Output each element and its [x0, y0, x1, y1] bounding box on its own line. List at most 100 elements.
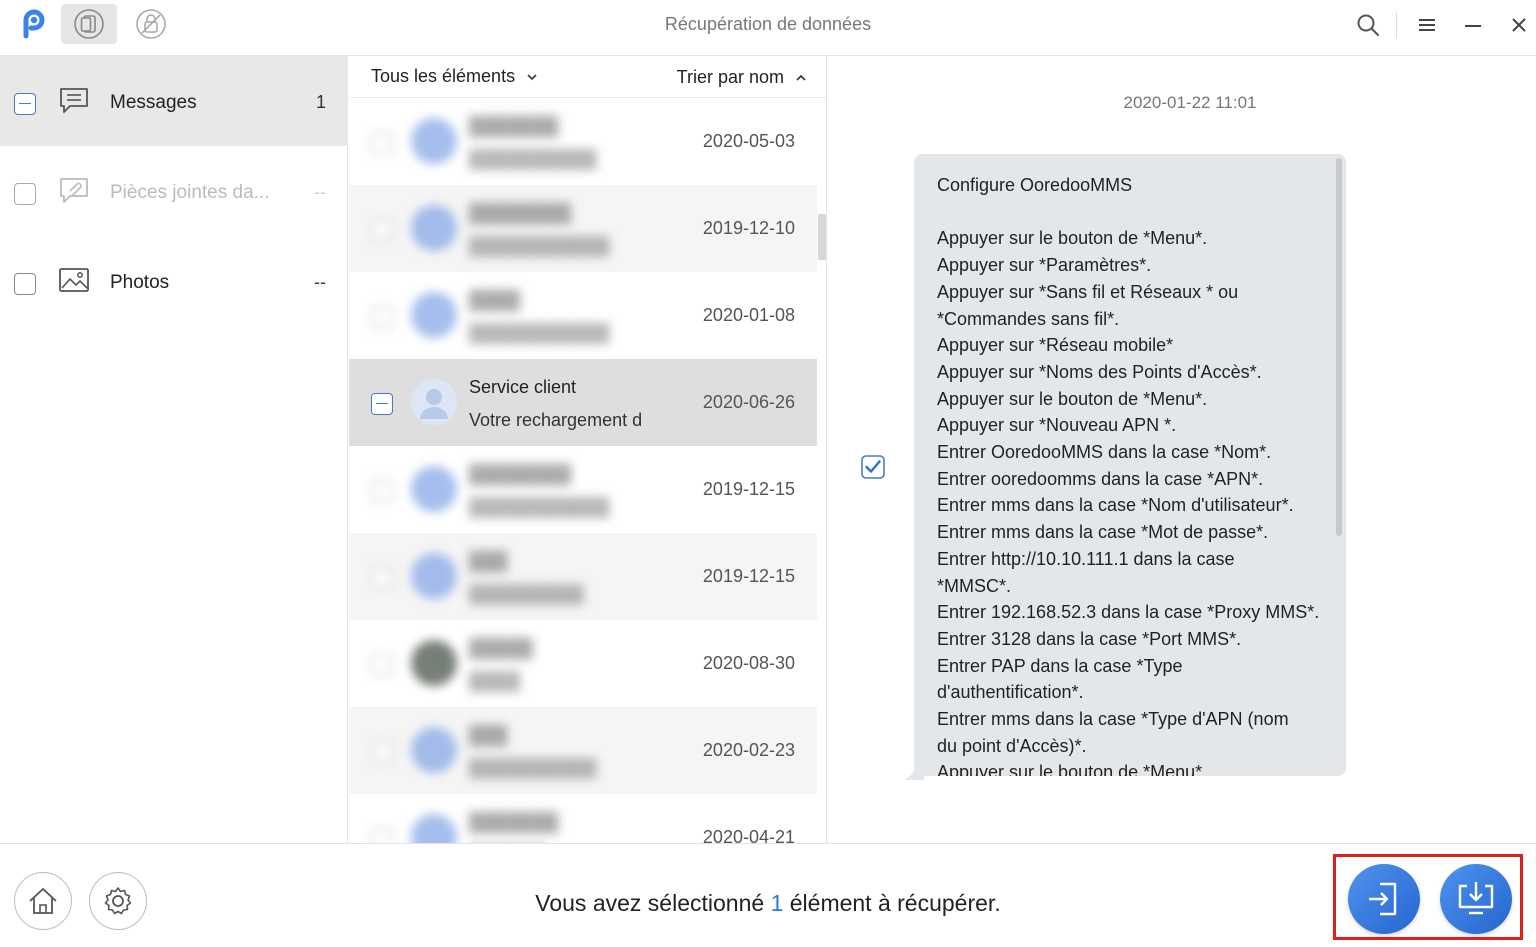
- avatar: [411, 553, 457, 599]
- message-date: 2020-01-08: [702, 305, 795, 325]
- message-date: 2019-12-15: [702, 479, 795, 499]
- contact-name: ███: [469, 551, 508, 571]
- contact-name: ███████: [469, 116, 559, 136]
- message-preview: ███████████: [469, 497, 610, 517]
- category-photos[interactable]: Photos --: [0, 236, 348, 326]
- attachment-icon: [60, 178, 88, 203]
- photos-checkbox[interactable]: [14, 273, 36, 295]
- category-label: Messages: [110, 92, 197, 113]
- message-preview: ██████████: [469, 758, 597, 778]
- message-timestamp: 2020-01-22 11:01: [1123, 93, 1257, 112]
- list-item[interactable]: ███ ██████████ 2020-02-23: [349, 707, 817, 794]
- sort-label: Trier par nom: [676, 67, 784, 87]
- list-item[interactable]: ███ █████████ 2019-12-15: [349, 533, 817, 620]
- row-checkbox[interactable]: [371, 741, 393, 763]
- row-checkbox[interactable]: [371, 654, 393, 676]
- avatar: [411, 727, 457, 773]
- restore-to-device-icon: [1369, 882, 1397, 916]
- search-button[interactable]: [1353, 10, 1383, 40]
- category-label: Pièces jointes da...: [110, 182, 270, 203]
- message-date: 2020-06-26: [702, 392, 795, 412]
- message-date: 2020-02-23: [702, 740, 795, 760]
- message-body: Configure OoredooMMS Appuyer sur le bout…: [937, 175, 1320, 776]
- list-scrollbar[interactable]: [818, 214, 826, 260]
- message-preview: ██████████: [469, 149, 597, 169]
- message-date: 2020-05-03: [702, 131, 795, 151]
- selection-status: Vous avez sélectionné 1 élément à récupé…: [0, 890, 1536, 917]
- avatar: [411, 379, 457, 425]
- list-item[interactable]: ███████ ██████ 2020-04-21: [349, 794, 817, 843]
- message-date: 2019-12-15: [702, 566, 795, 586]
- list-item[interactable]: █████ ████ 2020-08-30: [349, 620, 817, 707]
- row-checkbox[interactable]: [371, 567, 393, 589]
- close-button[interactable]: [1504, 10, 1534, 40]
- filter-label: Tous les éléments: [371, 66, 516, 86]
- row-checkbox[interactable]: [371, 480, 393, 502]
- list-item[interactable]: ████████ ███████████ 2019-12-10: [349, 185, 817, 272]
- sort-dropdown[interactable]: Trier par nom: [677, 67, 807, 88]
- row-checkbox[interactable]: [371, 219, 393, 241]
- avatar: [411, 118, 457, 164]
- list-item-selected[interactable]: Service client Votre rechargement d 2020…: [349, 359, 817, 446]
- contact-name: ███████: [469, 812, 559, 832]
- message-preview: █████████: [469, 584, 584, 604]
- category-count: --: [314, 182, 326, 202]
- row-checkbox[interactable]: [371, 132, 393, 154]
- list-header: Tous les éléments Trier par nom: [349, 56, 826, 98]
- photo-icon: [59, 268, 89, 292]
- bubble-scrollbar[interactable]: [1336, 158, 1342, 536]
- message-date: 2019-12-10: [702, 218, 795, 238]
- contact-name: ███: [469, 725, 508, 745]
- row-checkbox[interactable]: [371, 306, 393, 328]
- category-label: Photos: [110, 272, 170, 293]
- menu-icon: [1419, 19, 1435, 31]
- status-count: 1: [770, 890, 784, 916]
- list-item[interactable]: ███████ ██████████ 2020-05-03: [349, 98, 817, 185]
- message-date: 2020-04-21: [702, 827, 795, 843]
- message-checkbox-checked-icon[interactable]: [861, 455, 885, 479]
- avatar: [411, 814, 457, 843]
- category-count: --: [314, 272, 326, 292]
- status-prefix: Vous avez sélectionné: [535, 890, 771, 916]
- category-messages[interactable]: Messages 1: [0, 56, 348, 146]
- title-bar: Récupération de données: [0, 0, 1536, 56]
- download-to-computer-icon: [1458, 882, 1494, 915]
- contact-name: █████: [469, 638, 533, 658]
- contact-name: Service client: [469, 377, 577, 397]
- status-suffix: élément à récupérer.: [783, 890, 1001, 916]
- contact-name: ████████: [469, 464, 572, 484]
- message-detail-pane: 2020-01-22 11:01 Configure OoredooMMS Ap…: [828, 56, 1536, 843]
- message-preview: Votre rechargement d: [469, 410, 643, 430]
- search-icon: [1357, 14, 1379, 36]
- person-icon: [411, 379, 457, 425]
- avatar: [411, 292, 457, 338]
- avatar: [411, 466, 457, 512]
- app-title: Récupération de données: [664, 14, 872, 34]
- message-preview: ███████████: [469, 323, 610, 343]
- category-count: 1: [315, 92, 326, 112]
- list-item[interactable]: ████ ███████████ 2020-01-08: [349, 272, 817, 359]
- messages-checkbox[interactable]: [14, 93, 36, 115]
- download-to-computer-button[interactable]: [1440, 864, 1512, 934]
- contact-name: ████: [469, 290, 521, 310]
- row-checkbox[interactable]: [371, 828, 393, 843]
- category-attachments[interactable]: Pièces jointes da... --: [0, 146, 348, 236]
- contact-name: ████████: [469, 203, 572, 223]
- minimize-icon: [1465, 25, 1481, 27]
- minimize-button[interactable]: [1458, 10, 1488, 40]
- list-item[interactable]: ████████ ███████████ 2019-12-15: [349, 446, 817, 533]
- footer-bar: Vous avez sélectionné 1 élément à récupé…: [0, 843, 1536, 947]
- chevron-up-icon: [796, 74, 806, 81]
- toolbar-divider: [1396, 12, 1397, 38]
- restore-to-device-button[interactable]: [1348, 864, 1420, 934]
- filter-dropdown[interactable]: Tous les éléments: [371, 66, 538, 87]
- message-list-pane: Tous les éléments Trier par nom ███████ …: [349, 56, 827, 843]
- avatar: [411, 640, 457, 686]
- avatar: [411, 205, 457, 251]
- attachments-checkbox[interactable]: [14, 183, 36, 205]
- menu-button[interactable]: [1412, 10, 1442, 40]
- row-checkbox[interactable]: [371, 393, 393, 415]
- message-bubble: Configure OoredooMMS Appuyer sur le bout…: [914, 154, 1346, 776]
- message-preview: ████: [469, 671, 521, 691]
- close-icon: [1512, 18, 1526, 32]
